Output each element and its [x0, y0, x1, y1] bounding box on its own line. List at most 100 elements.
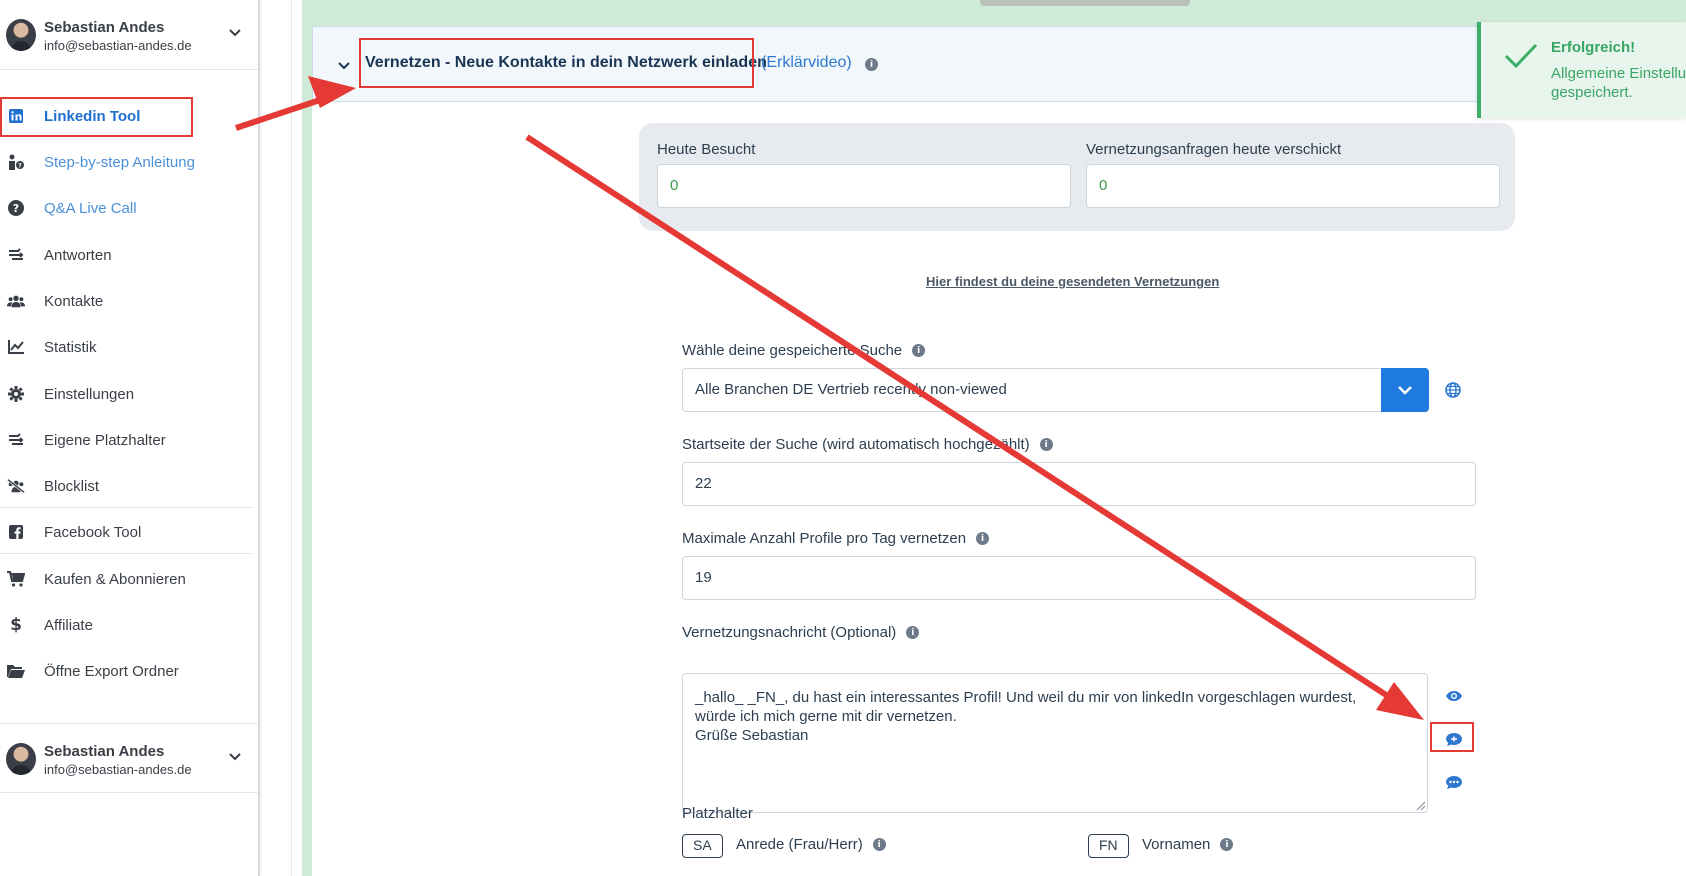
info-icon[interactable]: i	[872, 838, 886, 851]
info-icon[interactable]: i	[912, 344, 926, 357]
gutter	[262, 0, 292, 876]
sidebar-item-label: Kontakte	[44, 292, 104, 310]
sidebar-item-label: Facebook Tool	[44, 523, 142, 541]
message-label: Vernetzungsnachricht (Optional) i	[682, 624, 920, 641]
route-icon	[7, 431, 25, 449]
visited-field[interactable]: 0	[657, 164, 1071, 208]
info-icon[interactable]: i	[1039, 438, 1053, 451]
placeholder-desc: Vornamen	[1142, 836, 1211, 853]
placeholder-text-sa: Anrede (Frau/Herr) i	[736, 836, 886, 853]
sidebar-item-label: Öffne Export Ordner	[44, 662, 179, 680]
requests-label: Vernetzungsanfragen heute verschickt	[1086, 141, 1342, 158]
cart-icon	[7, 570, 25, 588]
main-panel: Vernetzen - Neue Kontakte in dein Netzwe…	[312, 26, 1686, 876]
sidebar-item-label: Affiliate	[44, 616, 93, 634]
user-profile-bottom[interactable]: Sebastian Andes info@sebastian-andes.de	[0, 723, 258, 793]
sidebar-item-label: Blocklist	[44, 477, 100, 495]
user-email: info@sebastian-andes.de	[44, 38, 192, 53]
message-label-text: Vernetzungsnachricht (Optional)	[682, 624, 897, 641]
annotation-box-title	[359, 38, 754, 88]
sidebar-divider	[0, 507, 252, 508]
sidebar-item-blocklist[interactable]: Blocklist	[0, 466, 252, 506]
sidebar-item-label: Antworten	[44, 246, 112, 264]
sidebar-item-step-by-step[interactable]: ? Step-by-step Anleitung	[0, 142, 252, 182]
question-icon: ?	[7, 199, 25, 217]
check-icon	[1504, 43, 1538, 69]
user-name: Sebastian Andes	[44, 743, 165, 760]
gear-icon	[7, 385, 25, 403]
preview-eye-icon[interactable]	[1444, 686, 1464, 706]
sidebar-item-eigene-platzhalter[interactable]: Eigene Platzhalter	[0, 420, 252, 460]
chevron-down-icon[interactable]	[337, 61, 351, 71]
placeholder-desc: Anrede (Frau/Herr)	[736, 836, 863, 853]
users-slash-icon	[7, 477, 25, 495]
sidebar-item-qa-live-call[interactable]: ? Q&A Live Call	[0, 188, 252, 228]
search-label-text: Wähle deine gespeicherte Suche	[682, 342, 903, 359]
info-icon[interactable]: i	[906, 626, 920, 639]
annotation-box-icon	[1430, 722, 1474, 752]
placeholder-text-fn: Vornamen i	[1142, 836, 1234, 853]
sidebar-item-label: Q&A Live Call	[44, 199, 137, 217]
info-icon[interactable]: i	[1220, 838, 1234, 851]
dollar-icon: $	[10, 615, 22, 635]
start-page-input[interactable]: 22	[682, 462, 1476, 506]
sidebar-item-kontakte[interactable]: Kontakte	[0, 281, 252, 321]
search-label: Wähle deine gespeicherte Suche i	[682, 342, 926, 359]
svg-text:?: ?	[13, 202, 19, 215]
success-toast[interactable]: Erfolgreich! Allgemeine Einstellungen ge…	[1477, 22, 1686, 118]
placeholder-label: Platzhalter	[682, 805, 753, 822]
sidebar-item-einstellungen[interactable]: Einstellungen	[0, 374, 252, 414]
sidebar-item-label: Statistik	[44, 338, 97, 356]
max-profiles-input[interactable]: 19	[682, 556, 1476, 600]
info-icon[interactable]: i	[865, 58, 878, 71]
sidebar-item-label: Einstellungen	[44, 385, 135, 403]
globe-icon[interactable]	[1445, 382, 1461, 398]
chart-line-icon	[7, 338, 25, 356]
user-profile-top[interactable]: Sebastian Andes info@sebastian-andes.de	[0, 0, 258, 70]
svg-text:?: ?	[18, 163, 22, 170]
requests-field[interactable]: 0	[1086, 164, 1500, 208]
user-email: info@sebastian-andes.de	[44, 762, 192, 777]
sidebar-item-statistik[interactable]: Statistik	[0, 327, 252, 367]
sidebar-divider	[0, 553, 252, 554]
annotation-box-linkedin	[0, 97, 193, 137]
info-icon[interactable]: i	[976, 532, 990, 545]
sidebar-item-label: Kaufen & Abonnieren	[44, 570, 186, 588]
toast-message: Allgemeine Einstellungen gespeichert.	[1551, 65, 1686, 101]
chevron-down-icon	[1398, 386, 1412, 395]
folder-open-icon	[7, 662, 25, 680]
top-button-edge	[980, 0, 1190, 6]
chevron-down-icon[interactable]	[228, 752, 242, 762]
person-info-icon: ?	[7, 153, 25, 171]
saved-search-select[interactable]: Alle Branchen DE Vertrieb recently non-v…	[682, 368, 1382, 412]
user-name: Sebastian Andes	[44, 19, 165, 36]
placeholder-chip-fn[interactable]: FN	[1088, 834, 1129, 858]
sidebar-item-export-ordner[interactable]: Öffne Export Ordner	[0, 651, 252, 691]
sent-connections-link[interactable]: Hier findest du deine gesendeten Vernetz…	[926, 274, 1219, 289]
chevron-down-icon[interactable]	[228, 28, 242, 38]
video-link[interactable]: (Erklärvideo)	[761, 54, 852, 72]
start-page-label-text: Startseite der Suche (wird automatisch h…	[682, 436, 1030, 453]
start-page-label: Startseite der Suche (wird automatisch h…	[682, 436, 1053, 453]
sidebar-item-label: Step-by-step Anleitung	[44, 153, 195, 171]
toast-title: Erfolgreich!	[1551, 39, 1636, 56]
facebook-icon	[7, 523, 25, 541]
resize-handle-icon[interactable]	[1416, 801, 1426, 811]
max-profiles-label-text: Maximale Anzahl Profile pro Tag vernetze…	[682, 530, 967, 547]
accent-strip	[302, 0, 312, 876]
users-icon	[7, 292, 25, 310]
comment-dots-icon[interactable]	[1444, 773, 1464, 793]
message-textarea[interactable]: _hallo_ _FN_, du hast ein interessantes …	[682, 673, 1428, 813]
sidebar-item-facebook-tool[interactable]: Facebook Tool	[0, 512, 252, 552]
saved-search-dropdown-button[interactable]	[1381, 368, 1429, 412]
avatar	[6, 19, 36, 51]
stats-panel: Heute Besucht 0 Vernetzungsanfragen heut…	[639, 123, 1515, 231]
visited-label: Heute Besucht	[657, 141, 756, 158]
placeholder-chip-sa[interactable]: SA	[682, 834, 723, 858]
sidebar-item-label: Eigene Platzhalter	[44, 431, 166, 449]
sidebar-item-affiliate[interactable]: $ Affiliate	[0, 605, 252, 645]
max-profiles-label: Maximale Anzahl Profile pro Tag vernetze…	[682, 530, 990, 547]
route-icon	[7, 246, 25, 264]
sidebar-item-kaufen[interactable]: Kaufen & Abonnieren	[0, 559, 252, 599]
sidebar-item-antworten[interactable]: Antworten	[0, 235, 252, 275]
